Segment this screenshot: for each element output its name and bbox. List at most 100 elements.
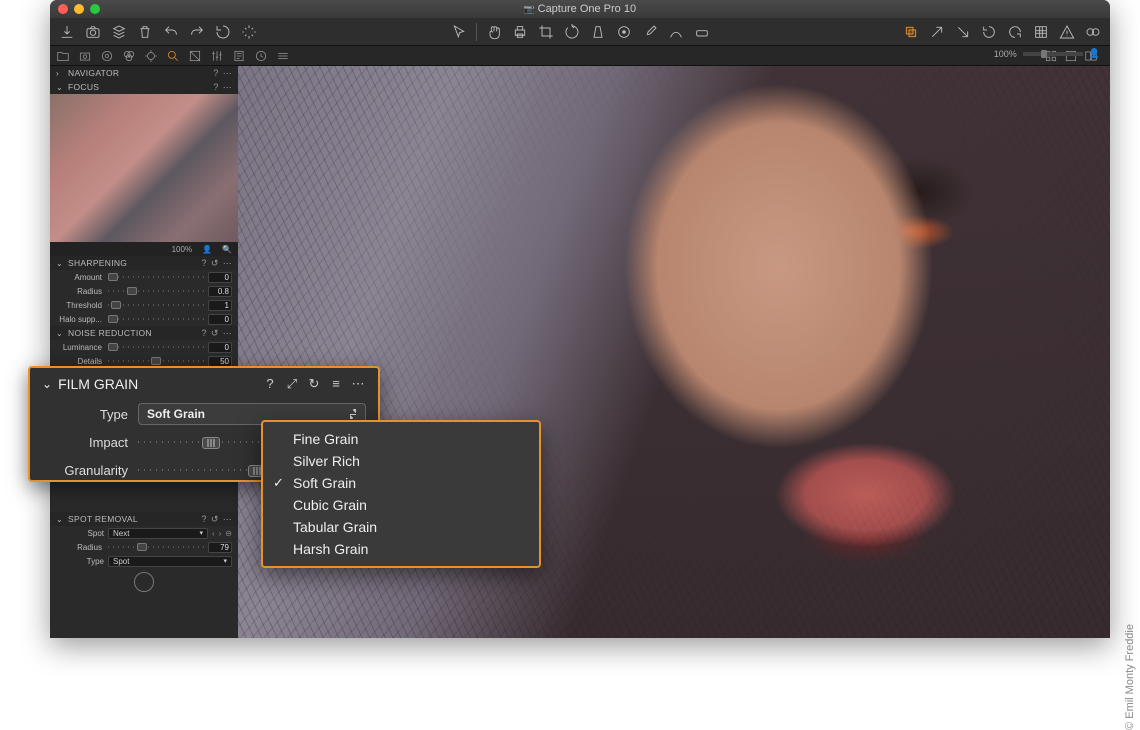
preview-icon[interactable] — [1084, 23, 1102, 41]
spot-radius-value[interactable]: 79 — [208, 542, 232, 553]
local-adjust-tab-icon[interactable] — [188, 49, 202, 63]
spot-type-select[interactable]: Spot — [108, 556, 232, 567]
print-icon[interactable] — [511, 23, 529, 41]
grain-option[interactable]: Cubic Grain — [263, 494, 539, 516]
apply-down-icon[interactable] — [954, 23, 972, 41]
grain-option[interactable]: Silver Rich — [263, 450, 539, 472]
camera-icon[interactable] — [84, 23, 102, 41]
threshold-value[interactable]: 1 — [208, 300, 232, 311]
spot-tool-icon[interactable] — [615, 23, 633, 41]
mask-draw-icon[interactable] — [667, 23, 685, 41]
amount-slider[interactable]: Amount0 — [50, 270, 238, 284]
reset-icon[interactable]: ↺ — [211, 258, 219, 269]
navigator-panel-title: NAVIGATOR — [68, 68, 209, 78]
navigator-panel-header[interactable]: › NAVIGATOR ? ⋯ — [50, 66, 238, 80]
metadata-tab-icon[interactable] — [232, 49, 246, 63]
warning-icon[interactable] — [1058, 23, 1076, 41]
focus-panel-header[interactable]: ⌄ FOCUS ? ⋯ — [50, 80, 238, 94]
hand-tool-icon[interactable] — [485, 23, 503, 41]
import-icon[interactable] — [58, 23, 76, 41]
mask-erase-icon[interactable] — [693, 23, 711, 41]
minimize-window-button[interactable] — [74, 4, 84, 14]
copy-adjustments-icon[interactable] — [902, 23, 920, 41]
sharpening-title: SHARPENING — [68, 258, 198, 268]
spot-panel-header[interactable]: ⌄ SPOT REMOVAL ? ↺ ⋯ — [50, 512, 238, 526]
more-icon[interactable]: ⋯ — [223, 258, 232, 269]
cursor-tool-icon[interactable] — [450, 23, 468, 41]
viewer-zoom-slider[interactable] — [1023, 52, 1083, 56]
batch-tab-icon[interactable] — [276, 49, 290, 63]
focus-preview[interactable] — [50, 94, 238, 242]
help-icon[interactable]: ? — [262, 376, 278, 392]
details-value[interactable]: 50 — [208, 356, 232, 367]
lens-tab-icon[interactable] — [100, 49, 114, 63]
capture-tab-icon[interactable] — [78, 49, 92, 63]
chevron-down-icon[interactable]: ⌄ — [42, 377, 52, 391]
spot-prev-button[interactable]: ‹ — [212, 529, 215, 538]
details-label: Details — [56, 357, 104, 366]
output-tab-icon[interactable] — [254, 49, 268, 63]
radius-slider[interactable]: Radius0.8 — [50, 284, 238, 298]
chevron-down-icon: ⌄ — [56, 83, 64, 92]
help-icon[interactable]: ? — [202, 258, 207, 268]
help-icon[interactable]: ? — [213, 68, 218, 78]
more-icon[interactable]: ⋯ — [223, 514, 232, 525]
eyedropper-icon[interactable] — [641, 23, 659, 41]
more-icon[interactable]: ⋯ — [223, 328, 232, 339]
apply-up-icon[interactable] — [928, 23, 946, 41]
amount-value[interactable]: 0 — [208, 272, 232, 283]
radius-value[interactable]: 0.8 — [208, 286, 232, 297]
details-tab-icon[interactable] — [166, 49, 180, 63]
adjustments-tab-icon[interactable] — [210, 49, 224, 63]
spot-title: SPOT REMOVAL — [68, 514, 198, 524]
more-icon[interactable]: ⋯ — [223, 82, 232, 93]
stack-icon[interactable] — [110, 23, 128, 41]
zoom-focus-icon[interactable]: 🔍 — [222, 245, 232, 254]
halo-slider[interactable]: Halo supp...0 — [50, 312, 238, 326]
spot-select[interactable]: Next — [108, 528, 208, 539]
threshold-slider[interactable]: Threshold1 — [50, 298, 238, 312]
more-icon[interactable]: ⋯ — [223, 68, 232, 79]
grain-option[interactable]: Fine Grain — [263, 428, 539, 450]
close-window-button[interactable] — [58, 4, 68, 14]
rotate-right-icon[interactable] — [1006, 23, 1024, 41]
pick-focus-icon[interactable]: 👤 — [202, 245, 212, 254]
luminance-slider[interactable]: Luminance 0 — [50, 340, 238, 354]
user-icon[interactable]: 👤 — [1089, 48, 1100, 59]
luminance-value[interactable]: 0 — [208, 342, 232, 353]
reset-icon[interactable] — [214, 23, 232, 41]
rotate-tool-icon[interactable] — [563, 23, 581, 41]
help-icon[interactable]: ? — [202, 328, 207, 338]
grain-option[interactable]: Harsh Grain — [263, 538, 539, 560]
spot-radius-slider[interactable]: Radius79 — [50, 540, 238, 554]
help-icon[interactable]: ? — [202, 514, 207, 524]
reset-icon[interactable]: ↺ — [211, 514, 219, 525]
trash-icon[interactable] — [136, 23, 154, 41]
undo-icon[interactable] — [162, 23, 180, 41]
grid-icon[interactable] — [1032, 23, 1050, 41]
photo-credit: © Emil Monty Freddie — [1124, 624, 1136, 730]
spot-delete-button[interactable]: ⊖ — [225, 529, 232, 538]
spot-next-button[interactable]: › — [219, 529, 222, 538]
crop-tool-icon[interactable] — [537, 23, 555, 41]
library-tab-icon[interactable] — [56, 49, 70, 63]
grain-option[interactable]: Soft Grain — [263, 472, 539, 494]
reset-icon[interactable]: ↻ — [306, 376, 322, 392]
reset-icon[interactable]: ↺ — [211, 328, 219, 339]
help-icon[interactable]: ? — [213, 82, 218, 92]
halo-value[interactable]: 0 — [208, 314, 232, 325]
color-tab-icon[interactable] — [122, 49, 136, 63]
grain-option[interactable]: Tabular Grain — [263, 516, 539, 538]
maximize-window-button[interactable] — [90, 4, 100, 14]
keystone-tool-icon[interactable] — [589, 23, 607, 41]
expand-icon[interactable]: ⤢ — [284, 376, 300, 392]
presets-icon[interactable]: ≡ — [328, 376, 344, 392]
rotate-left-icon[interactable] — [980, 23, 998, 41]
sharpening-panel-header[interactable]: ⌄ SHARPENING ? ↺ ⋯ — [50, 256, 238, 270]
auto-adjust-icon[interactable] — [240, 23, 258, 41]
more-icon[interactable]: ⋯ — [350, 376, 366, 392]
noise-panel-header[interactable]: ⌄ NOISE REDUCTION ? ↺ ⋯ — [50, 326, 238, 340]
exposure-tab-icon[interactable] — [144, 49, 158, 63]
luminance-label: Luminance — [56, 343, 104, 352]
redo-icon[interactable] — [188, 23, 206, 41]
